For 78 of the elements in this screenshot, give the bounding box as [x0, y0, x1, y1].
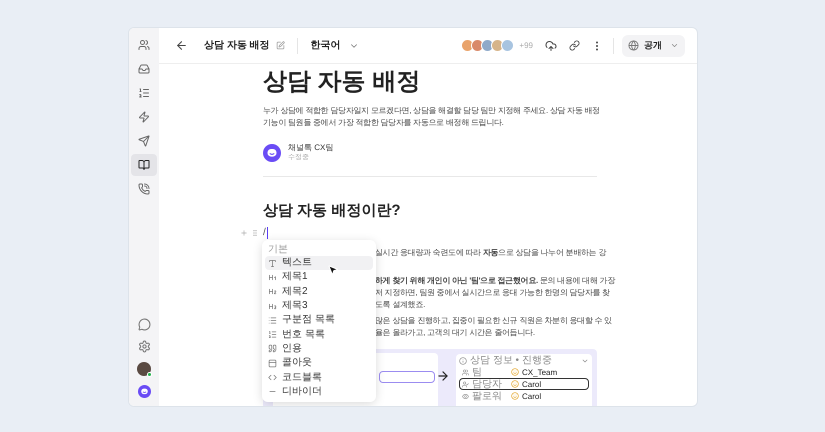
- row-value: Carol: [522, 390, 542, 402]
- numbered-block-icon: [268, 330, 277, 340]
- paragraph-line: 많은 상담을 진행하고, 집중이 필요한 신규 직원은 차분히 응대할 수 있: [375, 315, 612, 327]
- author-name: 채널톡 CX팀: [288, 142, 334, 153]
- sidebar-item[interactable]: [131, 154, 157, 176]
- chevron-down-icon: [670, 41, 679, 50]
- row-icon: [462, 380, 469, 388]
- bolt-icon: [138, 111, 150, 123]
- menu-section-label: 기본: [267, 243, 289, 256]
- info-row[interactable]: 팀 CX_Team: [459, 366, 589, 378]
- document-description: 누가 상담에 적합한 담당자일지 모르겠다면, 상담을 해결할 담당 팀만 지정해 주세요. 상담 자동 배정 기능이 팀원들 중에서 가장 적합한 담당자를 자동으로 배정해 드립니다.: [263, 105, 601, 129]
- smile-icon: [511, 392, 519, 400]
- user-avatar[interactable]: [137, 362, 151, 376]
- editor-input[interactable]: /: [263, 227, 268, 239]
- language-dropdown[interactable]: 한국어: [310, 38, 359, 53]
- smile-icon: [511, 380, 519, 388]
- callout-block-icon: [268, 358, 277, 368]
- avatar: [501, 39, 514, 52]
- menu-item[interactable]: 코드블록: [265, 370, 373, 385]
- row-value: CX_Team: [522, 366, 558, 378]
- document-title: 상담 자동 배정: [263, 67, 422, 97]
- avatar: [491, 39, 504, 52]
- row-icon: [462, 392, 469, 400]
- avatar: [461, 39, 474, 52]
- quote-block-icon: [268, 344, 277, 354]
- viewer-count: +99: [519, 40, 533, 52]
- inbox-icon: [138, 63, 150, 75]
- avatar: [471, 39, 484, 52]
- h2-block-icon: [268, 287, 277, 296]
- text-block-icon: [268, 258, 277, 268]
- row-label: 팀: [472, 366, 483, 378]
- menu-item[interactable]: 제목1: [265, 270, 373, 285]
- avatar: [481, 39, 494, 52]
- row-label: 팔로워: [472, 390, 503, 402]
- visibility-button[interactable]: 공개: [622, 34, 685, 56]
- row-value: Carol: [522, 378, 542, 390]
- send-icon: [138, 135, 150, 147]
- globe-icon: [628, 40, 639, 51]
- page-title: 상담 자동 배정: [204, 39, 270, 53]
- paragraph-line: 하게 찾기 위해 개인이 아닌 '팀'으로 접근했어요. 문의 내용에 대해 가장: [375, 275, 615, 287]
- drag-handle-icon[interactable]: [251, 229, 259, 237]
- panel-title: 상담 정보 • 진행중: [470, 354, 552, 366]
- settings-icon[interactable]: [138, 340, 150, 353]
- menu-item[interactable]: 구분점 목록: [265, 313, 373, 328]
- menu-item[interactable]: 디바이더: [265, 384, 373, 399]
- paragraph-line: 실시간 응대량과 숙련도에 따라 자동으로 상담을 나누어 분배하는 강: [375, 247, 606, 259]
- menu-item[interactable]: 제목3: [265, 298, 373, 314]
- menu-item[interactable]: 콜아웃: [265, 356, 373, 370]
- info-icon: [459, 356, 467, 364]
- edit-icon[interactable]: [276, 41, 285, 50]
- menu-item[interactable]: 텍스트: [265, 256, 373, 270]
- section-heading: 상담 자동 배정이란?: [263, 201, 402, 221]
- paragraph-line: 도록 설계했죠.: [375, 299, 426, 311]
- row-label: 담당자: [472, 378, 503, 390]
- menu-item[interactable]: 번호 목록: [265, 327, 373, 342]
- h3-block-icon: [268, 302, 277, 311]
- cloud-upload-icon[interactable]: [545, 40, 557, 52]
- menu-item[interactable]: 제목2: [265, 284, 373, 299]
- paragraph-line: 율은 올라가고, 고객의 대기 시간은 줄어듭니다.: [375, 327, 535, 339]
- link-icon[interactable]: [569, 40, 580, 51]
- arrow-right-icon: [436, 369, 450, 383]
- menu-item[interactable]: 인용: [265, 342, 373, 356]
- list-icon: [138, 87, 150, 99]
- info-row[interactable]: 팔로워 Carol: [459, 390, 589, 402]
- paragraph-line: 저 지정하면, 팀원 중에서 실시간으로 응대 가능한 한명의 담당자를 찾: [375, 287, 610, 299]
- code-block-icon: [268, 373, 277, 382]
- bullet-block-icon: [268, 316, 277, 325]
- smile-icon: [511, 368, 519, 376]
- info-row[interactable]: 담당자 Carol: [459, 378, 589, 390]
- chat-logo-icon: [263, 144, 281, 162]
- back-arrow-icon[interactable]: [175, 39, 188, 52]
- users-icon: [138, 39, 150, 51]
- chat-logo-icon: [138, 385, 150, 398]
- book-icon: [138, 159, 150, 171]
- row-icon: [462, 368, 469, 376]
- phone-icon: [138, 183, 150, 195]
- h1-block-icon: [268, 272, 277, 282]
- cursor-icon: [327, 264, 339, 276]
